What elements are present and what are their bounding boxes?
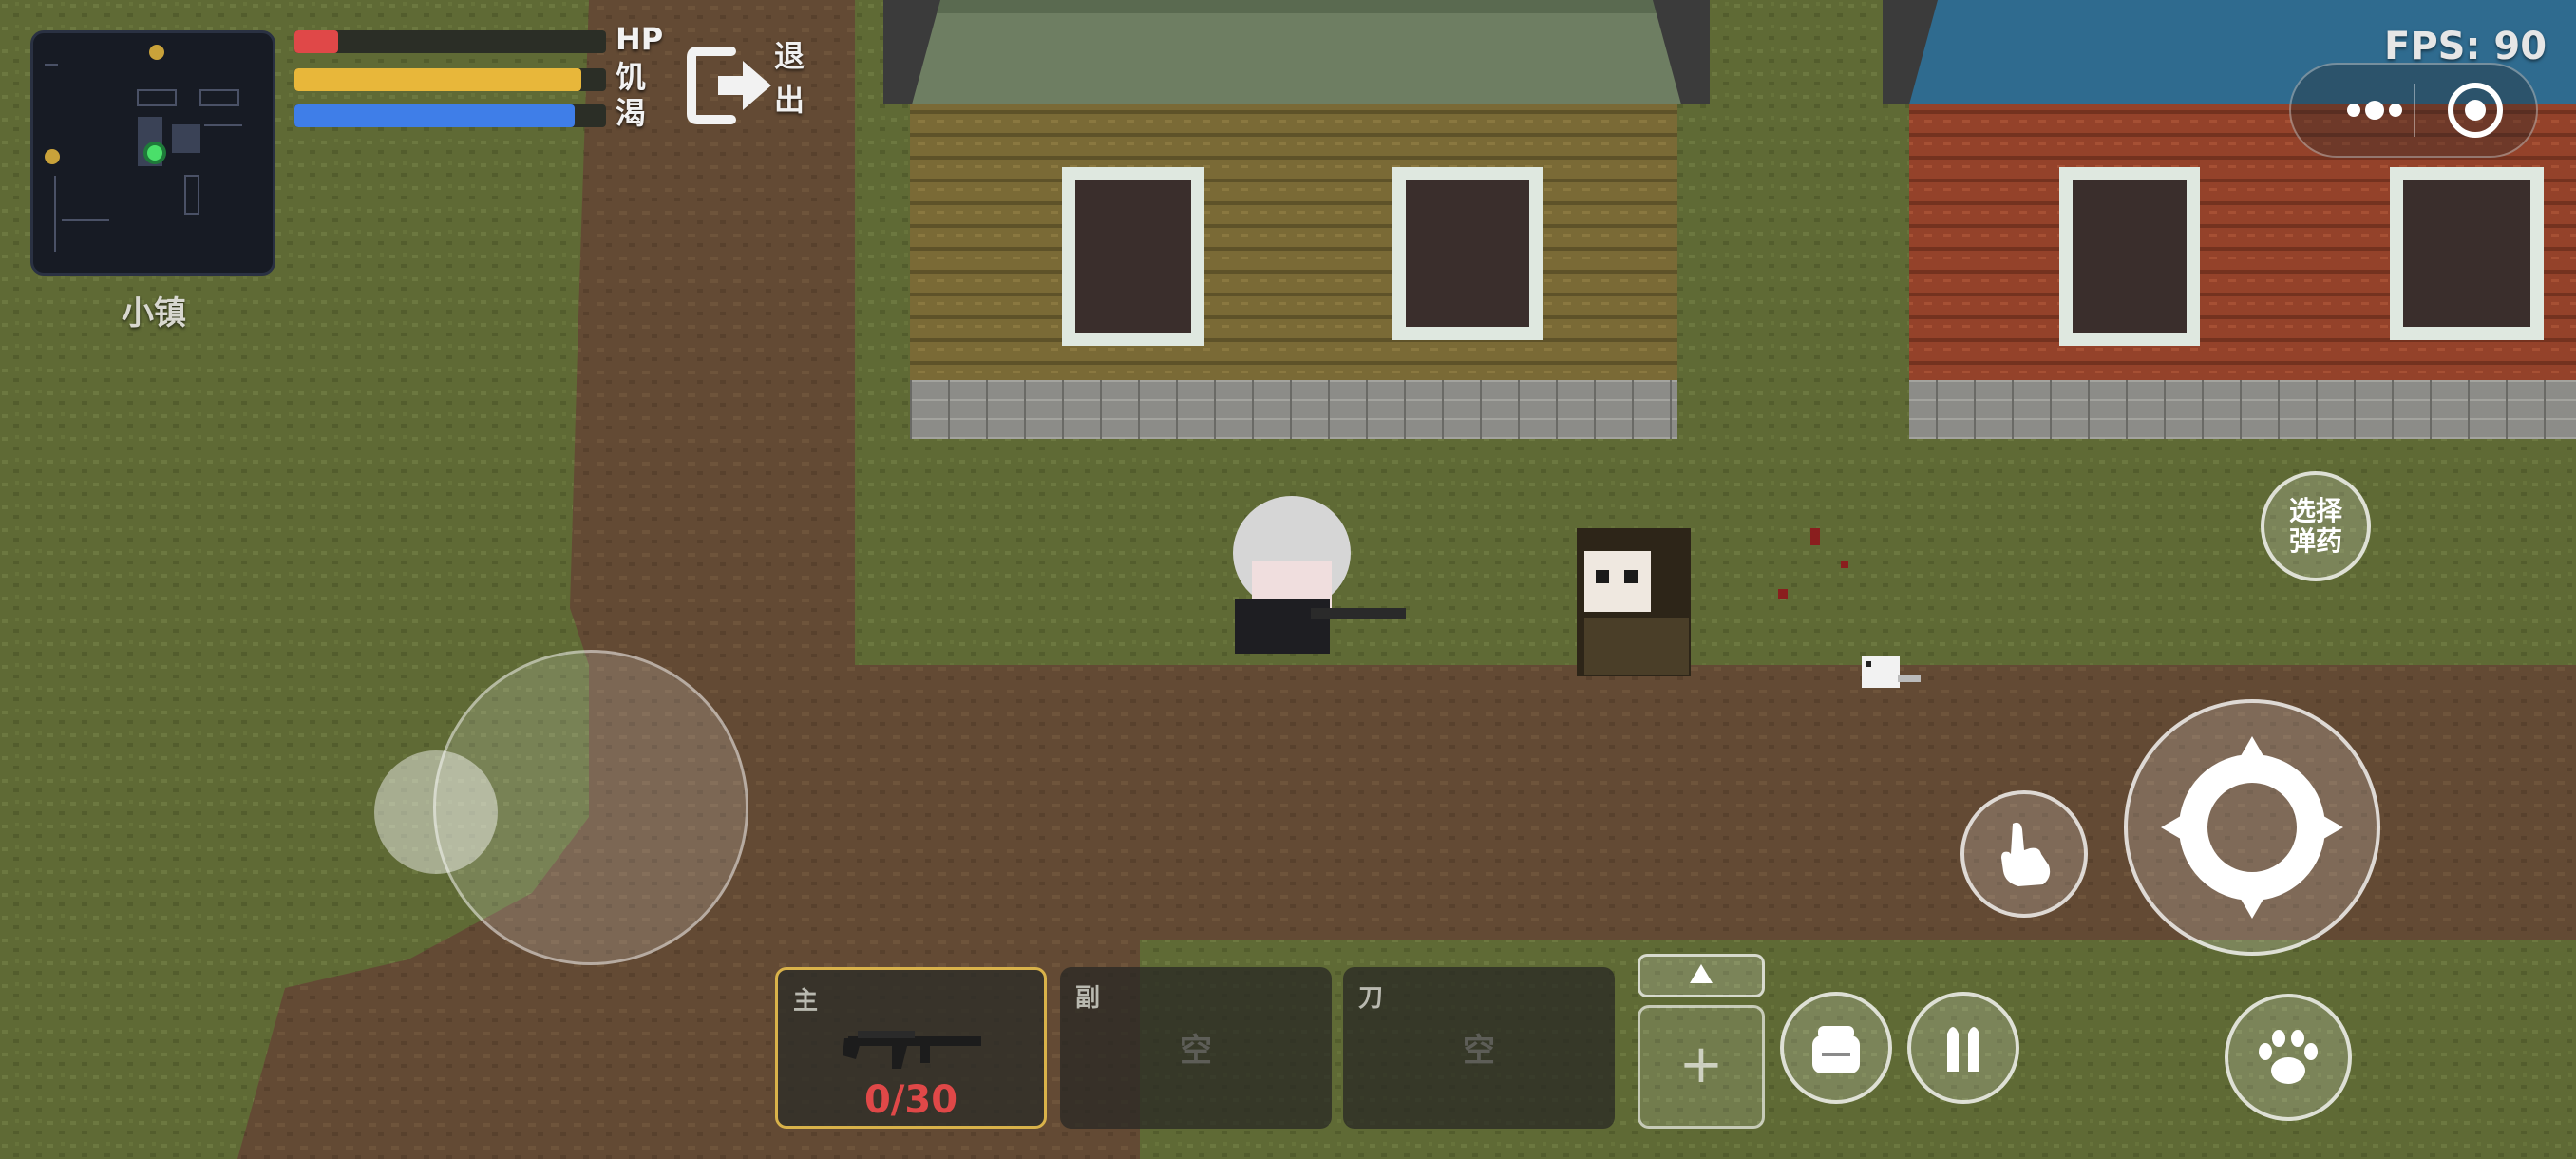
quick-item-slot[interactable]: + xyxy=(1638,1005,1765,1129)
thirst-label: 渴 xyxy=(616,95,647,131)
thirst-bar xyxy=(294,104,606,127)
bullets-icon xyxy=(1947,1027,1979,1072)
expand-quickbar-button[interactable] xyxy=(1638,954,1765,998)
minimap[interactable] xyxy=(30,30,275,276)
rifle-icon xyxy=(843,1031,981,1069)
close-miniprogram-button[interactable] xyxy=(2424,63,2529,158)
slot-empty-knife: 空 xyxy=(1463,1032,1495,1070)
paw-icon xyxy=(2259,1030,2318,1084)
slot-tag-secondary: 副 xyxy=(1075,984,1101,1013)
interact-button[interactable] xyxy=(1960,790,2088,918)
hunger-label: 饥 xyxy=(616,59,647,95)
fire-button[interactable] xyxy=(2124,699,2380,956)
select-ammo-button[interactable]: 选择 弹药 xyxy=(2261,471,2371,581)
more-icon xyxy=(2347,101,2402,120)
thirst-fill xyxy=(294,104,576,127)
select-ammo-line-2: 弹药 xyxy=(2288,525,2342,557)
capsule-divider xyxy=(2414,84,2415,137)
crosshair-icon xyxy=(2161,736,2343,919)
joystick-knob[interactable] xyxy=(374,750,498,874)
slot-empty-secondary: 空 xyxy=(1180,1032,1212,1070)
exit-label[interactable]: 退 出 xyxy=(774,34,812,122)
exit-label-2: 出 xyxy=(774,82,805,118)
more-button[interactable] xyxy=(2299,63,2413,158)
hand-icon xyxy=(2001,822,2051,886)
ammo-count: 0/30 xyxy=(863,1078,958,1122)
exit-label-1: 退 xyxy=(774,38,805,74)
weapon-slot-secondary[interactable]: 副 空 xyxy=(1060,967,1332,1129)
hunger-fill xyxy=(294,68,581,91)
skull-enemy xyxy=(1577,528,1691,676)
slot-tag-knife: 刀 xyxy=(1358,984,1384,1013)
hp-bar xyxy=(294,30,606,53)
location-name: 小镇 xyxy=(122,294,186,332)
hp-label: HP xyxy=(616,21,664,57)
weapon-slot-knife[interactable]: 刀 空 xyxy=(1343,967,1615,1129)
chevron-up-icon xyxy=(1690,964,1713,983)
minimap-view xyxy=(45,45,242,252)
hp-fill xyxy=(294,30,338,53)
exit-icon xyxy=(687,47,771,124)
backpack-button[interactable] xyxy=(1780,992,1892,1104)
backpack-icon xyxy=(1812,1026,1860,1074)
slot-tag-main: 主 xyxy=(793,987,819,1016)
pet-button[interactable] xyxy=(2225,994,2352,1121)
weapon-slot-main[interactable]: 主 0/30 xyxy=(775,967,1047,1129)
target-icon xyxy=(2448,83,2503,138)
hunger-bar xyxy=(294,68,606,91)
select-ammo-line-1: 选择 xyxy=(2288,495,2342,526)
reload-button[interactable] xyxy=(1907,992,2019,1104)
